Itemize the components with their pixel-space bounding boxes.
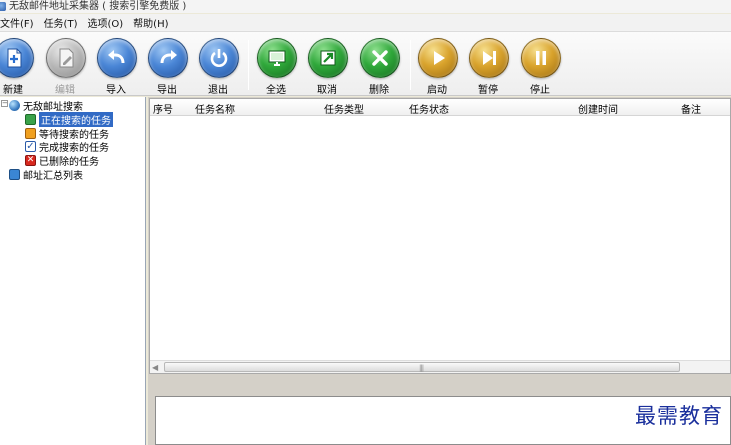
tree-item-label: 已删除的任务 bbox=[39, 157, 99, 168]
column-header-index[interactable]: 序号 bbox=[153, 101, 173, 116]
tree-expander[interactable]: − bbox=[1, 100, 8, 107]
scrollbar-thumb[interactable]: ||| bbox=[164, 362, 680, 372]
scroll-left-icon[interactable]: ◀ bbox=[152, 363, 161, 372]
menu-file[interactable]: 文件(F) bbox=[0, 15, 39, 30]
column-header-notes[interactable]: 备注 bbox=[681, 101, 701, 116]
export-button-label: 导出 bbox=[157, 85, 177, 96]
export-button[interactable]: 导出 bbox=[144, 38, 190, 96]
column-header-type[interactable]: 任务类型 bbox=[324, 101, 364, 116]
window-title: 无敌邮件地址采集器 ( 搜索引擎免费版 ) bbox=[9, 0, 187, 12]
tree-summary-label: 邮址汇总列表 bbox=[23, 171, 83, 182]
tree-item-deleted[interactable]: ✕ 已删除的任务 bbox=[25, 154, 99, 168]
checkbox-icon: ✓ bbox=[25, 141, 36, 152]
start-button-label: 启动 bbox=[427, 85, 447, 96]
import-button-label: 导入 bbox=[106, 85, 126, 96]
cancel-button[interactable]: 取消 bbox=[304, 38, 350, 96]
tree-item-completed[interactable]: ✓ 完成搜索的任务 bbox=[25, 140, 109, 154]
horizontal-scrollbar[interactable]: ◀ ||| bbox=[150, 360, 730, 373]
stop-button-label: 停止 bbox=[530, 85, 550, 96]
waiting-task-icon bbox=[25, 128, 36, 139]
tree-item-label: 正在搜索的任务 bbox=[39, 112, 113, 127]
toolbar-separator bbox=[248, 40, 249, 90]
select-all-button[interactable]: 全选 bbox=[253, 38, 299, 96]
toolbar: 新建 编辑 导入 导出 退出 全选 取消 删除 启动 暂停 停止 bbox=[0, 32, 731, 96]
edit-button-label: 编辑 bbox=[55, 85, 75, 96]
tree-root[interactable]: 无敌邮址搜索 bbox=[9, 99, 83, 113]
deleted-icon: ✕ bbox=[25, 155, 36, 166]
tree-item-searching[interactable]: 正在搜索的任务 bbox=[25, 112, 113, 127]
task-table[interactable]: 序号 任务名称 任务类型 任务状态 创建时间 备注 ◀ ||| bbox=[149, 98, 731, 374]
delete-button[interactable]: 删除 bbox=[356, 38, 402, 96]
main-pane: 序号 任务名称 任务类型 任务状态 创建时间 备注 ◀ ||| 最需教育 bbox=[148, 97, 731, 445]
menu-task[interactable]: 任务(T) bbox=[39, 15, 83, 30]
column-header-status[interactable]: 任务状态 bbox=[409, 101, 449, 116]
new-doc-icon bbox=[0, 38, 34, 78]
tree-summary[interactable]: 邮址汇总列表 bbox=[9, 168, 83, 182]
title-bar: 无敌邮件地址采集器 ( 搜索引擎免费版 ) bbox=[0, 0, 731, 13]
export-arrow-icon bbox=[148, 38, 188, 78]
search-task-icon bbox=[25, 114, 36, 125]
list-icon bbox=[9, 169, 20, 180]
new-button-label: 新建 bbox=[3, 85, 23, 96]
menu-bar: 文件(F) 任务(T) 选项(O) 帮助(H) bbox=[0, 14, 731, 32]
pause-button-label: 暂停 bbox=[478, 85, 498, 96]
table-header: 序号 任务名称 任务类型 任务状态 创建时间 备注 bbox=[150, 99, 730, 116]
exit-button[interactable]: 退出 bbox=[195, 38, 241, 96]
delete-button-label: 删除 bbox=[369, 85, 389, 96]
play-icon bbox=[418, 38, 458, 78]
detail-panel[interactable]: 最需教育 bbox=[155, 396, 731, 445]
tree-item-label: 完成搜索的任务 bbox=[39, 143, 109, 154]
toolbar-separator bbox=[410, 40, 411, 90]
diagonal-arrows-icon bbox=[308, 38, 348, 78]
cancel-button-label: 取消 bbox=[317, 85, 337, 96]
pause-icon bbox=[521, 38, 561, 78]
column-header-created[interactable]: 创建时间 bbox=[578, 101, 618, 116]
pause-button[interactable]: 暂停 bbox=[465, 38, 511, 96]
select-all-button-label: 全选 bbox=[266, 85, 286, 96]
globe-icon bbox=[9, 100, 20, 111]
stop-button[interactable]: 停止 bbox=[517, 38, 563, 96]
x-icon bbox=[360, 38, 400, 78]
grip-icon: ||| bbox=[419, 364, 424, 372]
new-button[interactable]: 新建 bbox=[0, 38, 36, 96]
import-arrow-icon bbox=[97, 38, 137, 78]
menu-help[interactable]: 帮助(H) bbox=[128, 15, 173, 30]
power-icon bbox=[199, 38, 239, 78]
next-icon bbox=[469, 38, 509, 78]
watermark: 最需教育 bbox=[635, 404, 723, 428]
menu-options[interactable]: 选项(O) bbox=[82, 15, 128, 30]
column-header-name[interactable]: 任务名称 bbox=[195, 101, 235, 116]
exit-button-label: 退出 bbox=[208, 85, 228, 96]
app-icon bbox=[0, 2, 6, 11]
task-tree: − 无敌邮址搜索 正在搜索的任务 等待搜索的任务 ✓ 完成搜索的任务 ✕ 已删除… bbox=[0, 97, 146, 445]
import-button[interactable]: 导入 bbox=[93, 38, 139, 96]
edit-doc-icon bbox=[46, 38, 86, 78]
monitor-icon bbox=[257, 38, 297, 78]
edit-button[interactable]: 编辑 bbox=[42, 38, 88, 96]
tree-root-label: 无敌邮址搜索 bbox=[23, 102, 83, 113]
start-button[interactable]: 启动 bbox=[414, 38, 460, 96]
